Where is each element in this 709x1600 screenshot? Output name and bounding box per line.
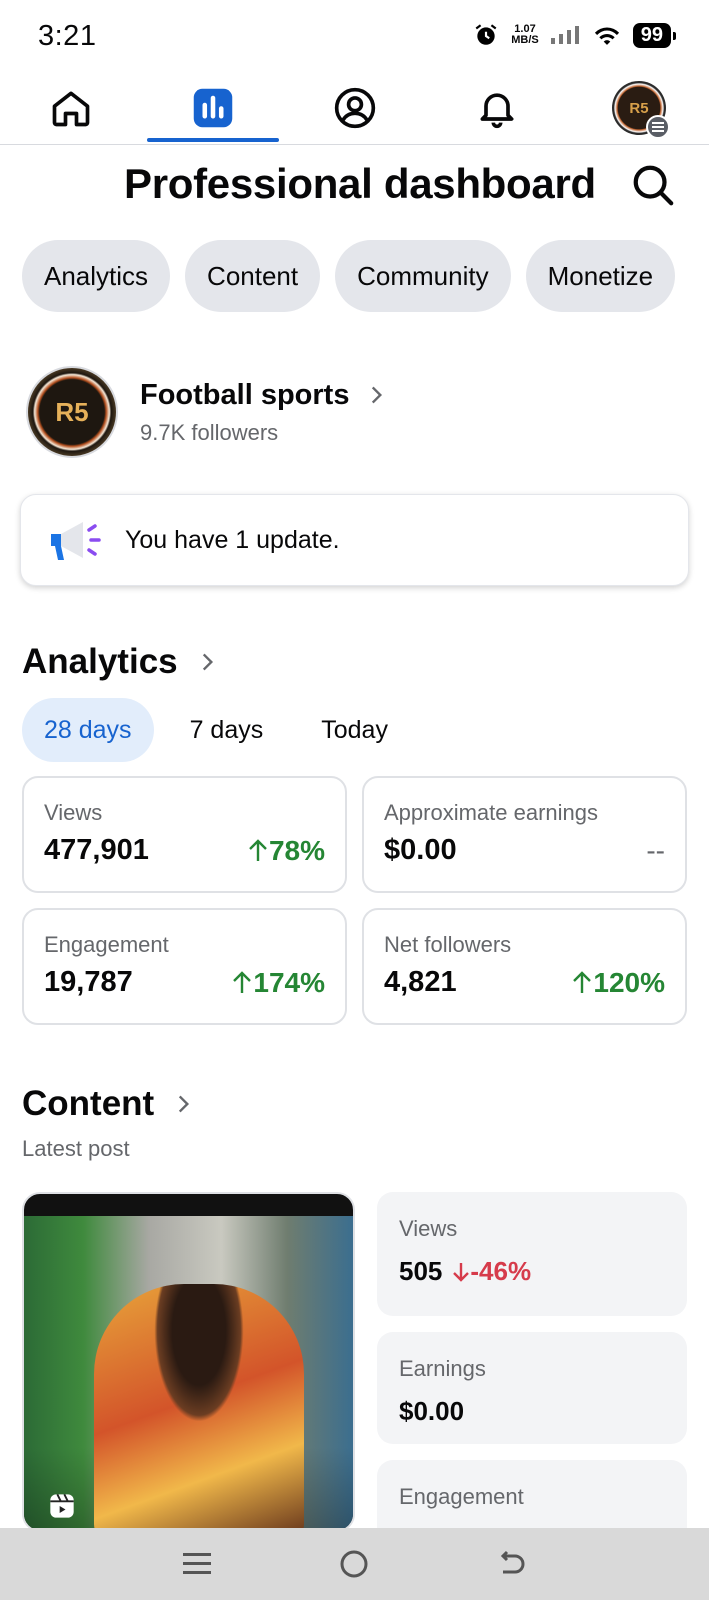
page-header[interactable]: R5 Football sports 9.7K followers: [26, 366, 389, 458]
chip-monetize[interactable]: Monetize: [525, 240, 676, 312]
page-name: Football sports: [140, 379, 389, 412]
content-header[interactable]: Content: [22, 1084, 196, 1124]
arrow-up-icon: [573, 970, 592, 993]
section-chips: Analytics Content Community Monetize: [22, 240, 676, 312]
chevron-right-icon: [372, 386, 383, 404]
bell-icon: [480, 93, 514, 129]
arrow-up-icon: [249, 838, 267, 861]
stat-card-net-followers[interactable]: Net followers 4,821 120%: [362, 908, 687, 1025]
stat-card-engagement[interactable]: Engagement 19,787 174%: [22, 908, 347, 1025]
chip-content[interactable]: Content: [185, 240, 321, 312]
chevron-right-icon: [202, 653, 213, 671]
net-speed: 1.07 MB/S: [511, 23, 539, 46]
profile-icon: [334, 87, 376, 129]
stat-value: $0.00: [384, 834, 457, 866]
stat-label: Views: [44, 800, 103, 825]
chip-analytics[interactable]: Analytics: [22, 240, 171, 312]
back-icon[interactable]: [495, 1548, 527, 1580]
post-stat-earnings[interactable]: Earnings $0.00: [377, 1332, 687, 1444]
post-stat-views[interactable]: Views 505 -46%: [377, 1192, 687, 1316]
latest-post-thumbnail[interactable]: [22, 1192, 355, 1532]
reel-icon: [50, 1493, 74, 1518]
stat-change: --: [646, 834, 665, 866]
stat-card-earnings[interactable]: Approximate earnings $0.00 --: [362, 776, 687, 893]
nav-menu[interactable]: R5: [574, 72, 704, 144]
tab-today[interactable]: Today: [299, 698, 410, 762]
post-stat-label: Views: [399, 1216, 458, 1241]
avatar: R5: [612, 81, 670, 139]
status-icons: 1.07 MB/S 99: [473, 22, 677, 48]
battery-indicator: 99: [632, 22, 677, 48]
chip-community[interactable]: Community: [335, 240, 511, 312]
update-card[interactable]: You have 1 update.: [20, 494, 689, 586]
menu-icon[interactable]: [182, 1550, 213, 1578]
stat-value: 4,821: [384, 966, 457, 998]
post-stat-value: $0.00: [399, 1396, 465, 1426]
stat-card-views[interactable]: Views 477,901 78%: [22, 776, 347, 893]
stat-change: 120%: [571, 967, 665, 999]
post-image-subject: [94, 1284, 304, 1530]
stat-change: 174%: [231, 967, 325, 999]
arrow-down-icon: [453, 1262, 470, 1282]
chevron-right-icon: [179, 1095, 190, 1113]
stat-value: 19,787: [44, 966, 133, 998]
update-text: You have 1 update.: [125, 525, 340, 554]
megaphone-icon: [51, 522, 101, 560]
alarm-icon: [475, 24, 497, 45]
analytics-header[interactable]: Analytics: [22, 642, 220, 682]
home-circle-icon[interactable]: [338, 1548, 370, 1580]
menu-badge-icon: [646, 115, 670, 139]
date-range-tabs: 28 days 7 days Today: [22, 698, 424, 762]
nav-dashboard[interactable]: [148, 72, 278, 144]
content-subtitle: Latest post: [22, 1136, 130, 1161]
wifi-icon: [594, 27, 619, 45]
post-stat-value: 505 -46%: [399, 1256, 532, 1287]
page-info: Football sports 9.7K followers: [140, 379, 389, 446]
status-bar: 3:21 1.07 MB/S 99: [0, 0, 709, 72]
search-icon[interactable]: [630, 162, 676, 208]
signal-icon: [550, 26, 579, 44]
system-nav-bar: [0, 1528, 709, 1600]
home-icon: [52, 91, 90, 127]
post-stat-label: Engagement: [399, 1484, 524, 1509]
stat-label: Engagement: [44, 932, 169, 957]
stat-label: Net followers: [384, 932, 512, 957]
nav-profile[interactable]: [290, 72, 420, 144]
arrow-up-icon: [233, 970, 252, 993]
status-time: 3:21: [38, 20, 97, 52]
stat-label: Approximate earnings: [384, 800, 599, 825]
page-avatar: R5: [26, 366, 118, 458]
nav-notifications[interactable]: [432, 72, 562, 144]
page-followers: 9.7K followers: [140, 419, 279, 445]
stat-value: 477,901: [44, 834, 149, 866]
post-stat-change: -46%: [452, 1256, 531, 1287]
nav-home[interactable]: [6, 72, 136, 144]
top-nav: R5: [0, 72, 709, 145]
page-title: Professional dashboard: [124, 160, 596, 207]
active-tab-indicator: [147, 138, 279, 142]
tab-28-days[interactable]: 28 days: [22, 698, 154, 762]
post-stat-label: Earnings: [399, 1356, 486, 1381]
tab-7-days[interactable]: 7 days: [168, 698, 286, 762]
dashboard-icon: [193, 88, 233, 128]
stat-change: 78%: [247, 835, 325, 867]
